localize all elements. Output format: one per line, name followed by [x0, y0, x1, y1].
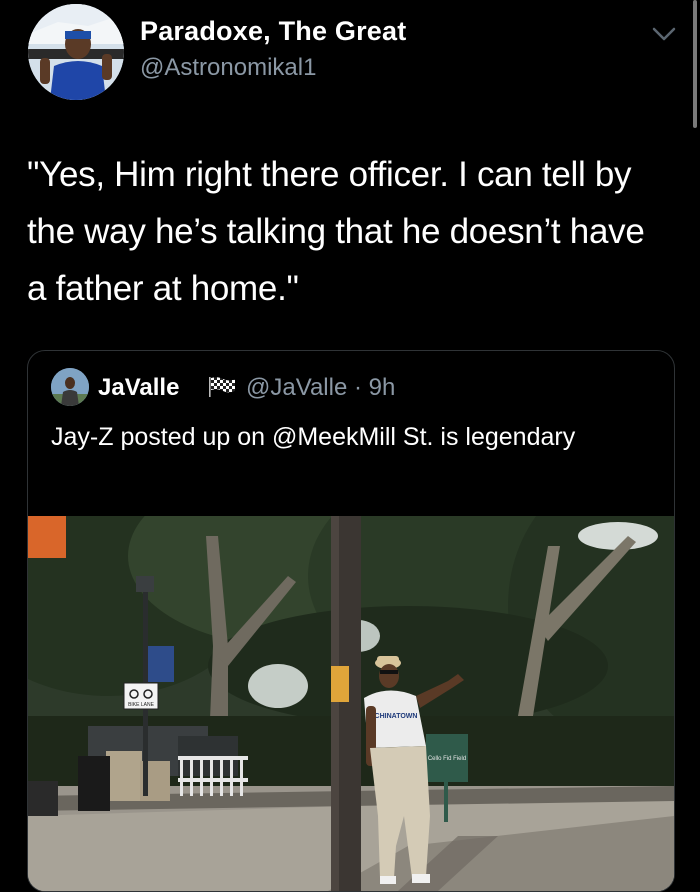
park-sign: Cello Fid Field: [428, 756, 466, 762]
scrollbar[interactable]: [693, 0, 697, 128]
quoted-tweet-text: Jay-Z posted up on @MeekMill St. is lege…: [51, 423, 576, 451]
quoted-avatar[interactable]: [51, 368, 89, 406]
quoted-time[interactable]: 9h: [369, 374, 396, 401]
meta-separator: ·: [347, 374, 369, 401]
quoted-tweet-card[interactable]: JaValle @JaValle · 9h Jay-Z posted up on…: [27, 350, 675, 892]
avatar[interactable]: [28, 4, 124, 100]
user-handle[interactable]: @Astronomikal1: [140, 54, 316, 82]
chevron-down-icon[interactable]: [650, 24, 678, 44]
quoted-tweet-photo[interactable]: BIKE LANE Cello Fid Field CHINATOWN: [28, 516, 674, 891]
tweet-text: "Yes, Him right there officer. I can tel…: [27, 155, 645, 308]
shirt-print: CHINATOWN: [375, 713, 418, 720]
checkered-flag-icon: [209, 377, 235, 397]
quoted-display-name[interactable]: JaValle: [98, 374, 179, 402]
display-name[interactable]: Paradoxe, The Great: [140, 16, 406, 47]
quoted-handle[interactable]: @JaValle: [246, 374, 347, 401]
quoted-meta: @JaValle · 9h: [246, 374, 395, 402]
bike-lane-sign: BIKE LANE: [128, 702, 155, 708]
